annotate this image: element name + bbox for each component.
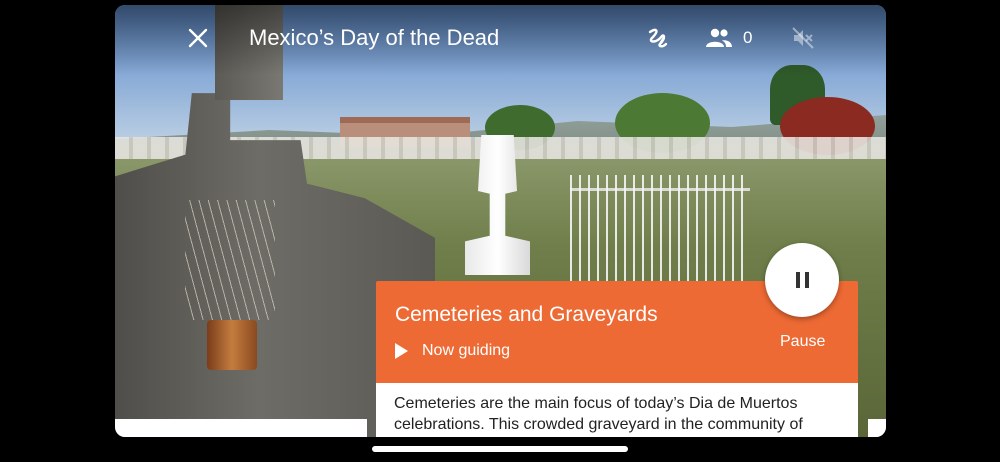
top-bar: Mexico’s Day of the Dead 0 [115, 5, 886, 71]
description-panel: Cemeteries are the main focus of today’s… [376, 383, 858, 437]
play-icon [395, 343, 408, 359]
guide-card-title: Cemeteries and Graveyards [395, 303, 658, 326]
left-bottom-sheet [115, 419, 367, 437]
now-guiding-label: Now guiding [422, 342, 511, 359]
home-indicator[interactable] [372, 446, 628, 452]
mute-icon [792, 27, 814, 49]
flower-can [207, 320, 257, 370]
description-text: Cemeteries are the main focus of today’s… [394, 395, 803, 433]
now-guiding-status: Now guiding [395, 341, 510, 361]
tour-title: Mexico’s Day of the Dead [249, 25, 500, 50]
mute-button[interactable] [788, 23, 818, 53]
guide-button[interactable] [643, 23, 673, 53]
pause-icon [795, 272, 800, 288]
guide-squiggle-icon [648, 28, 668, 48]
dry-stems [185, 200, 275, 320]
pause-button[interactable] [765, 243, 839, 317]
pause-label: Pause [780, 333, 826, 350]
grave-fence [570, 175, 750, 283]
right-bottom-sheet [868, 419, 886, 437]
people-icon [706, 28, 732, 47]
pause-icon [804, 272, 809, 288]
street-view-panorama[interactable]: Mexico’s Day of the Dead 0 Cemeteries an… [115, 5, 886, 437]
close-icon [188, 28, 208, 48]
participants-button[interactable]: 0 [705, 23, 752, 53]
close-button[interactable] [183, 23, 213, 53]
participant-count: 0 [743, 28, 753, 47]
